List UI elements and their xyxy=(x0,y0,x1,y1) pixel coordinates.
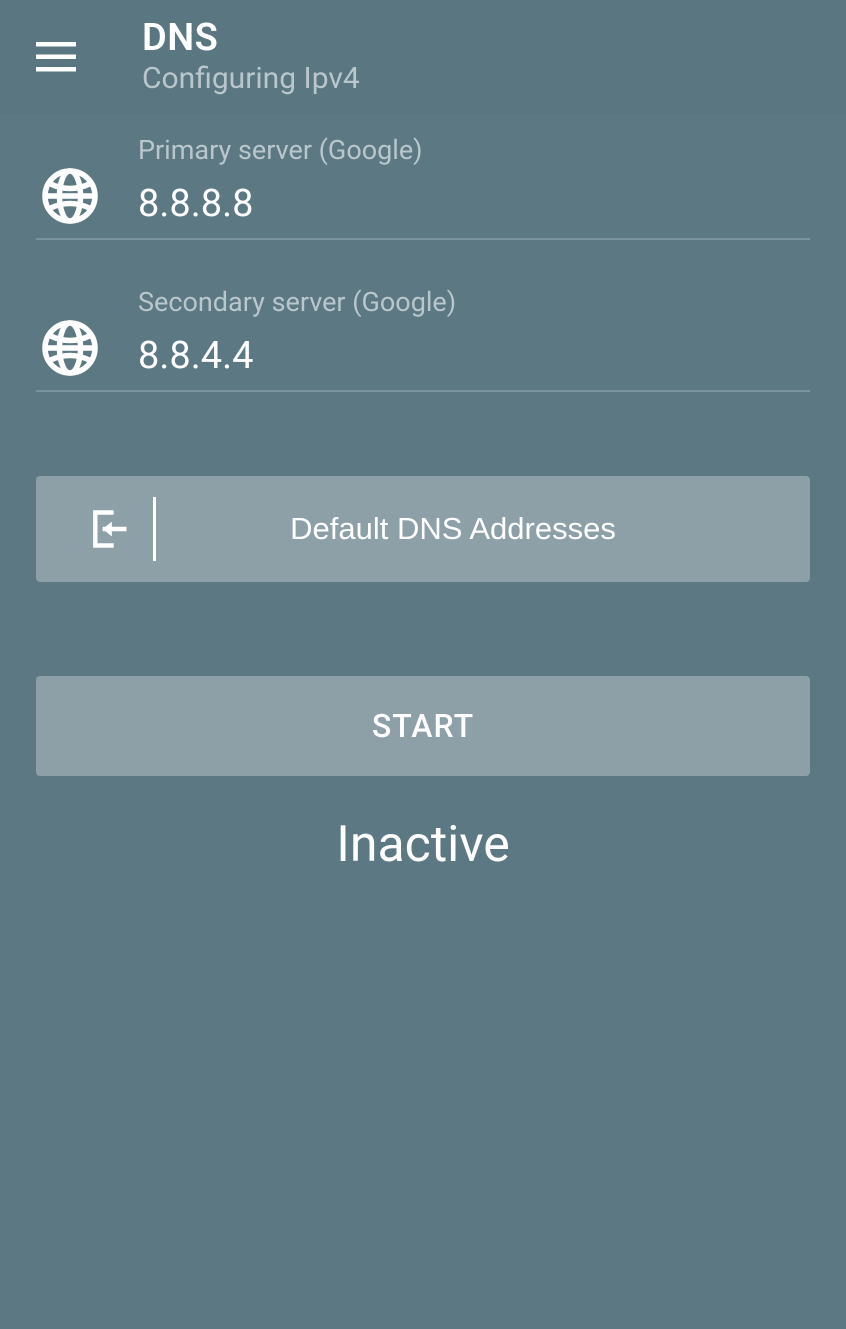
hamburger-icon xyxy=(36,42,76,72)
title-block: DNS Configuring Ipv4 xyxy=(142,18,360,97)
secondary-server-label: Secondary server (Google) xyxy=(138,286,810,318)
primary-server-input[interactable] xyxy=(138,182,810,230)
app-title: DNS xyxy=(142,18,360,60)
import-icon xyxy=(88,507,132,551)
import-icon-wrap xyxy=(66,497,156,561)
menu-button[interactable] xyxy=(28,29,84,85)
globe-icon xyxy=(40,166,100,226)
secondary-server-input[interactable] xyxy=(138,334,810,382)
status-text: Inactive xyxy=(36,816,810,874)
secondary-server-field: Secondary server (Google) xyxy=(36,286,810,392)
primary-server-field: Primary server (Google) xyxy=(36,134,810,240)
app-bar: DNS Configuring Ipv4 xyxy=(0,0,846,114)
globe-icon xyxy=(40,318,100,378)
start-button[interactable]: START xyxy=(36,676,810,776)
primary-server-label: Primary server (Google) xyxy=(138,134,810,166)
default-dns-button[interactable]: Default DNS Addresses xyxy=(36,476,810,582)
app-subtitle: Configuring Ipv4 xyxy=(142,61,360,96)
default-dns-label: Default DNS Addresses xyxy=(156,511,810,547)
